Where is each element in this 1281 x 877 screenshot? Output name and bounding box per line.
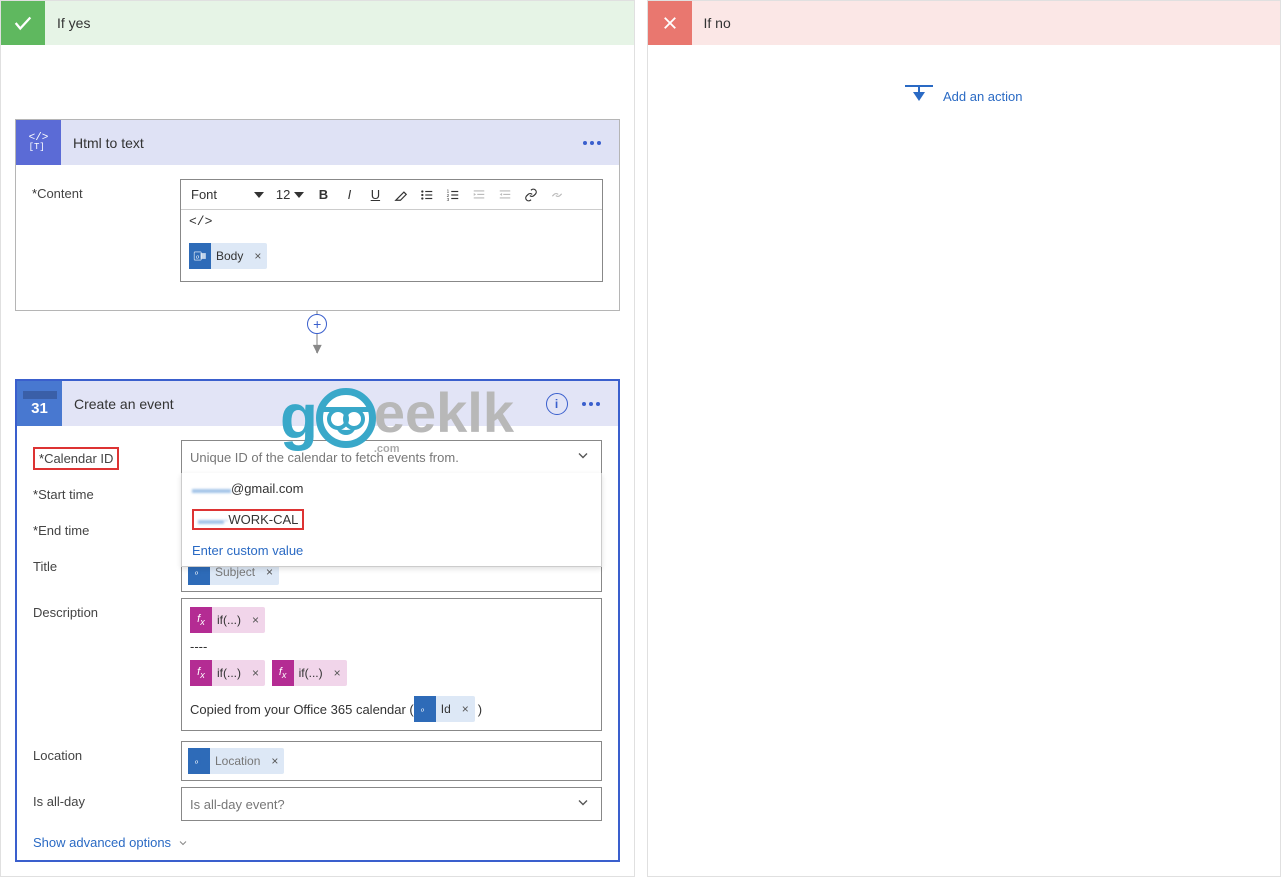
editor-area[interactable]: </>	[181, 210, 602, 237]
if-no-header: If no	[648, 1, 1281, 45]
html-to-text-icon: </>[T]	[16, 120, 61, 165]
location-label: Location	[33, 741, 181, 763]
chevron-down-icon	[575, 448, 591, 467]
bullet-list-button[interactable]	[416, 184, 438, 206]
color-button[interactable]	[390, 184, 412, 206]
location-tag[interactable]: o Location ×	[188, 748, 284, 774]
calendar-dropdown: ▬▬▬@gmail.com ▬▬-WORK-CAL Enter custom v…	[181, 473, 602, 567]
remove-tag-icon[interactable]: ×	[246, 613, 265, 627]
underline-button[interactable]: U	[364, 184, 386, 206]
font-size-select[interactable]: 12	[272, 187, 308, 202]
italic-button[interactable]: I	[338, 184, 360, 206]
add-action-button[interactable]: Add an action	[648, 45, 1281, 147]
content-label: *Content	[32, 179, 180, 201]
create-event-card: 31 Create an event i *Calendar ID Unique…	[15, 379, 620, 862]
all-day-select[interactable]: Is all-day event?	[181, 787, 602, 821]
rich-text-toolbar: Font 12 B I U	[181, 180, 602, 210]
outlook-icon: o	[414, 696, 436, 722]
number-list-button[interactable]: 123	[442, 184, 464, 206]
chevron-down-icon	[575, 795, 591, 814]
dropdown-item-gmail[interactable]: ▬▬▬@gmail.com	[182, 473, 601, 504]
chevron-down-icon	[177, 837, 189, 849]
add-action-icon	[905, 85, 933, 107]
id-tag[interactable]: o Id ×	[414, 696, 475, 722]
check-icon	[1, 1, 45, 45]
connector-arrow: ▾	[15, 337, 620, 353]
rich-text-editor[interactable]: Font 12 B I U	[180, 179, 603, 282]
indent-button[interactable]	[494, 184, 516, 206]
if-no-branch: If no Add an action	[647, 0, 1281, 877]
start-time-label: *Start time	[33, 480, 181, 502]
connector: +	[15, 311, 620, 337]
calendar-id-select[interactable]: Unique ID of the calendar to fetch event…	[181, 440, 602, 474]
remove-tag-icon[interactable]: ×	[328, 666, 347, 680]
dropdown-custom-value[interactable]: Enter custom value	[182, 535, 601, 566]
title-label: Title	[33, 552, 181, 574]
if-yes-label: If yes	[45, 15, 90, 31]
create-event-title: Create an event	[62, 396, 546, 412]
info-icon[interactable]: i	[546, 393, 568, 415]
dropdown-item-workcal[interactable]: ▬▬-WORK-CAL	[182, 504, 601, 535]
add-step-button[interactable]: +	[307, 314, 327, 334]
body-tag[interactable]: o Body ×	[189, 243, 267, 269]
fx-tag[interactable]: fx if(...) ×	[190, 660, 265, 686]
bold-button[interactable]: B	[312, 184, 334, 206]
if-yes-branch: If yes </>[T] Html to text *Content	[0, 0, 635, 877]
show-advanced-link[interactable]: Show advanced options	[17, 831, 205, 860]
link-button[interactable]	[520, 184, 542, 206]
description-field[interactable]: fx if(...) × ---- fx if(...) ×	[181, 598, 602, 731]
close-icon	[648, 1, 692, 45]
outlook-icon: o	[188, 748, 210, 774]
outlook-icon: o	[189, 243, 211, 269]
create-event-header[interactable]: 31 Create an event i	[17, 381, 618, 426]
remove-tag-icon[interactable]: ×	[248, 249, 267, 263]
calendar-id-label: *Calendar ID	[33, 440, 181, 470]
ellipsis-icon[interactable]	[582, 402, 600, 406]
fx-tag[interactable]: fx if(...) ×	[190, 607, 265, 633]
remove-tag-icon[interactable]: ×	[265, 754, 284, 768]
location-field[interactable]: o Location ×	[181, 741, 602, 781]
end-time-label: *End time	[33, 516, 181, 538]
if-yes-header: If yes	[1, 1, 634, 45]
ellipsis-icon[interactable]	[583, 141, 601, 145]
fx-icon: fx	[190, 607, 212, 633]
html-to-text-title: Html to text	[61, 135, 583, 151]
svg-text:3: 3	[447, 196, 450, 201]
fx-tag[interactable]: fx if(...) ×	[272, 660, 347, 686]
html-to-text-card: </>[T] Html to text *Content Font 12	[15, 119, 620, 311]
remove-tag-icon[interactable]: ×	[456, 702, 475, 716]
font-select[interactable]: Font	[187, 187, 268, 202]
html-to-text-header[interactable]: </>[T] Html to text	[16, 120, 619, 165]
outdent-button[interactable]	[468, 184, 490, 206]
remove-tag-icon[interactable]: ×	[260, 565, 279, 579]
if-no-label: If no	[692, 15, 731, 31]
calendar-icon: 31	[17, 381, 62, 426]
unlink-button[interactable]	[546, 184, 568, 206]
description-label: Description	[33, 598, 181, 620]
fx-icon: fx	[190, 660, 212, 686]
fx-icon: fx	[272, 660, 294, 686]
all-day-label: Is all-day	[33, 787, 181, 809]
remove-tag-icon[interactable]: ×	[246, 666, 265, 680]
